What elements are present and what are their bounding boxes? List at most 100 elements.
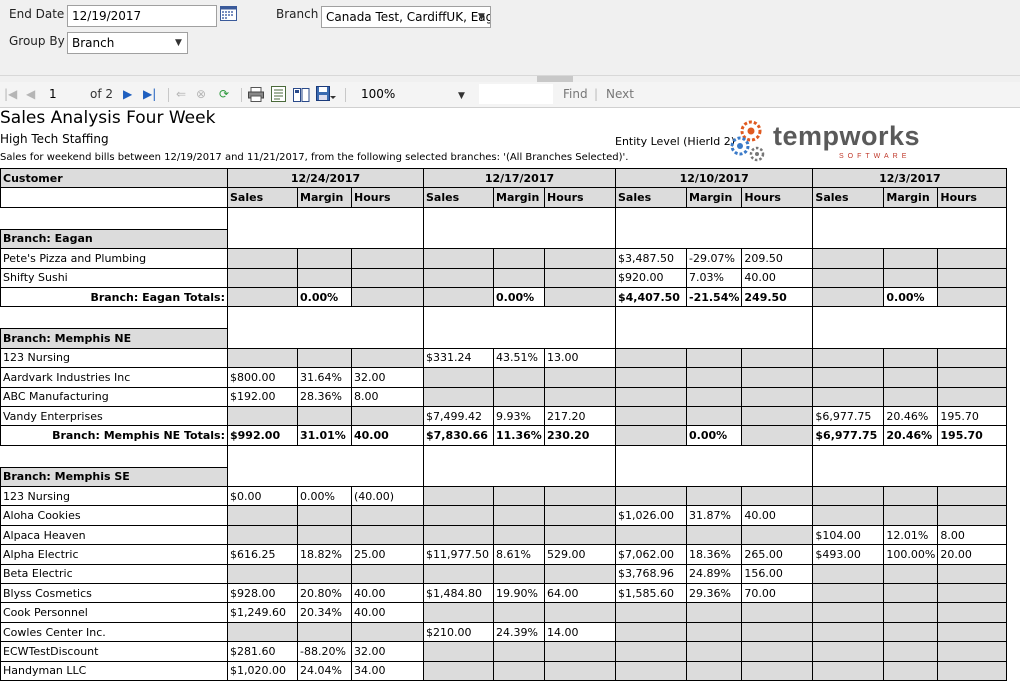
- margin-cell: 24.89%: [685, 563, 743, 585]
- first-page-icon[interactable]: |◀: [4, 87, 17, 101]
- print-icon[interactable]: [248, 87, 264, 106]
- customer-name: Aloha Cookies: [0, 505, 228, 526]
- hours-cell: [937, 641, 1008, 662]
- hours-cell: 8.00: [351, 386, 424, 407]
- customer-name: Beta Electric: [0, 563, 228, 585]
- hours-cell: [351, 621, 424, 643]
- parameter-splitter[interactable]: [0, 75, 1020, 82]
- print-layout-icon[interactable]: [271, 86, 286, 106]
- margin-cell: 20.34%: [297, 602, 352, 623]
- hours-cell: 230.20: [544, 425, 616, 446]
- logo-subtext: SOFTWARE: [839, 153, 911, 160]
- table-row: Alpha Electric $616.25 18.82% 25.00 $11,977.…: [0, 544, 1008, 565]
- sales-cell: [615, 405, 687, 427]
- page-count: of 2: [90, 87, 114, 101]
- customer-name: Alpaca Heaven: [0, 524, 228, 546]
- sales-cell: [227, 405, 298, 427]
- find-link[interactable]: Find: [563, 87, 588, 101]
- sales-cell: [227, 347, 298, 369]
- table-row: Blyss Cosmetics $928.00 20.80% 40.00 $1,484.…: [0, 583, 1008, 604]
- customer-name: Pete's Pizza and Plumbing: [0, 248, 228, 269]
- margin-cell: [297, 524, 352, 546]
- hours-cell: [937, 660, 1008, 681]
- group-by-select[interactable]: Branch: [67, 32, 188, 54]
- hours-cell: [937, 347, 1008, 369]
- margin-cell: 29.36%: [685, 583, 743, 604]
- last-page-icon[interactable]: ▶|: [143, 87, 156, 101]
- refresh-icon[interactable]: ⟳: [219, 87, 229, 101]
- export-icon[interactable]: [316, 86, 336, 106]
- margin-cell: 31.01%: [297, 425, 352, 446]
- sales-cell: [812, 486, 885, 507]
- margin-cell: [493, 267, 545, 288]
- hours-cell: [544, 386, 616, 407]
- customer-name: Handyman LLC: [0, 660, 228, 681]
- spacer-cell: [227, 445, 424, 468]
- hours-cell: 40.00: [741, 267, 814, 288]
- sales-cell: $1,484.80: [423, 583, 494, 604]
- margin-cell: 18.82%: [297, 544, 352, 565]
- chevron-down-icon[interactable]: ▼: [478, 12, 485, 22]
- margin-cell: 12.01%: [883, 524, 939, 546]
- back-icon[interactable]: ⇐: [176, 87, 186, 101]
- page-setup-icon[interactable]: [293, 87, 310, 106]
- margin-cell: [685, 486, 743, 507]
- branch-total-label: Branch: Eagan Totals:: [0, 286, 228, 308]
- chevron-down-icon[interactable]: ▼: [458, 91, 465, 101]
- sales-header: Sales: [423, 187, 494, 208]
- sales-header: Sales: [227, 187, 298, 208]
- page-number-input[interactable]: 1: [45, 84, 83, 104]
- next-page-icon[interactable]: ▶: [123, 87, 132, 101]
- table-row: ABC Manufacturing $192.00 28.36% 8.00: [0, 386, 1008, 407]
- margin-cell: 0.00%: [883, 286, 939, 308]
- spacer-cell: [614, 328, 814, 349]
- sales-header: Sales: [812, 187, 885, 208]
- hours-cell: [544, 660, 616, 681]
- margin-cell: [883, 602, 939, 623]
- spacer-row: [1, 207, 1008, 230]
- margin-cell: 11.36%: [493, 425, 545, 446]
- margin-cell: 18.36%: [685, 544, 743, 565]
- sales-cell: $3,768.96: [615, 563, 687, 585]
- sales-cell: [812, 641, 885, 662]
- group-by-select-value: Branch: [72, 36, 115, 50]
- hours-cell: [351, 405, 424, 427]
- week-header: 12/3/2017: [812, 167, 1008, 189]
- previous-page-icon[interactable]: ◀: [26, 87, 35, 101]
- margin-cell: [883, 248, 939, 269]
- next-link[interactable]: Next: [606, 87, 634, 101]
- spacer-cell: [812, 445, 1008, 468]
- sales-cell: [423, 505, 494, 526]
- spacer-cell: [1, 307, 228, 329]
- margin-cell: [297, 267, 352, 288]
- margin-cell: [493, 602, 545, 623]
- sales-cell: $1,020.00: [227, 660, 298, 681]
- margin-cell: 0.00%: [297, 486, 352, 507]
- customer-name: Aardvark Industries Inc: [0, 367, 228, 388]
- branch-select[interactable]: Canada Test, CardiffUK, Eag: [321, 6, 491, 28]
- margin-cell: [493, 505, 545, 526]
- find-text-input[interactable]: [479, 84, 553, 104]
- sales-cell: [423, 641, 494, 662]
- sales-cell: [615, 602, 687, 623]
- end-date-input[interactable]: 12/19/2017: [67, 5, 217, 27]
- calendar-icon[interactable]: [220, 6, 237, 21]
- hours-cell: [741, 641, 814, 662]
- margin-cell: 31.87%: [685, 505, 743, 526]
- zoom-select[interactable]: 100%: [357, 84, 469, 104]
- hours-cell: 34.00: [351, 660, 424, 681]
- sales-cell: [812, 583, 885, 604]
- chevron-down-icon[interactable]: ▼: [175, 38, 182, 48]
- hours-cell: [351, 286, 424, 308]
- margin-cell: [883, 386, 939, 407]
- hours-cell: [741, 660, 814, 681]
- customer-name: Blyss Cosmetics: [0, 583, 228, 604]
- sales-cell: $11,977.50: [423, 544, 494, 565]
- stop-icon[interactable]: ⊗: [196, 87, 206, 101]
- spacer-cell: [423, 328, 616, 349]
- sales-cell: [615, 660, 687, 681]
- subheader-row: Sales Margin Hours Sales Margin Hours Sa…: [0, 187, 1008, 208]
- margin-cell: [685, 405, 743, 427]
- hours-cell: [741, 425, 814, 446]
- spacer-cell: [227, 328, 424, 349]
